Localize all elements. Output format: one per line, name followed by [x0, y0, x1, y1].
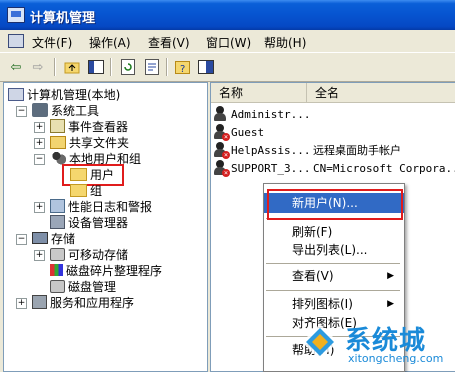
event-viewer-icon [50, 119, 65, 133]
menu-item-label: 排列图标(I) [292, 297, 353, 311]
toolbar-separator [166, 58, 167, 76]
user-row[interactable]: Administr... [213, 105, 310, 123]
storage-icon [32, 232, 48, 244]
column-header-fullname[interactable]: 全名 [307, 83, 455, 103]
tree-label: 服务和应用程序 [50, 295, 135, 310]
column-header-name[interactable]: 名称 [211, 83, 307, 103]
menu-separator [266, 263, 400, 264]
tree-label: 磁盘管理 [68, 279, 117, 294]
collapse-icon[interactable]: − [16, 234, 27, 245]
menu-action[interactable]: 操作(A) [89, 34, 131, 51]
tree-label: 存储 [51, 231, 76, 246]
tree-pane[interactable]: 计算机管理(本地) − 系统工具 + 事件查看器 + 共享文件夹 − 本地用户和… [3, 82, 208, 372]
new-user-highlight-box [267, 189, 403, 220]
tree-label: 磁盘碎片整理程序 [66, 263, 163, 278]
user-fullname: CN=Microsoft Corpora... [313, 161, 455, 175]
user-name: Administr... [231, 107, 311, 121]
menu-separator [266, 290, 400, 291]
window-title: 计算机管理 [30, 11, 96, 26]
tree-label: 组 [90, 183, 103, 198]
tree-label: 性能日志和警报 [68, 199, 153, 214]
expand-icon[interactable]: + [34, 122, 45, 133]
expand-icon[interactable]: + [34, 250, 45, 261]
disabled-user-icon: × [213, 160, 230, 177]
user-row[interactable]: × Guest [213, 123, 264, 141]
menu-file[interactable]: 文件(F) [32, 34, 72, 51]
disk-management-icon [50, 279, 65, 293]
expand-icon[interactable]: + [34, 138, 45, 149]
menu-item-label: 查看(V) [292, 269, 334, 283]
disabled-user-icon: × [213, 124, 230, 141]
menu-bar: 文件(F) 操作(A) 查看(V) 窗口(W) 帮助(H) [0, 30, 455, 52]
removable-storage-icon [50, 247, 65, 261]
collapse-icon[interactable]: − [34, 154, 45, 165]
menu-item-arrange-icons[interactable]: 排列图标(I) ▶ [264, 294, 404, 314]
user-name: SUPPORT_3... [231, 161, 311, 175]
folder-icon [70, 183, 87, 197]
tree-label: 设备管理器 [68, 215, 129, 230]
computer-icon [8, 87, 24, 101]
user-fullname: 远程桌面助手帐户 [313, 144, 401, 157]
user-icon [213, 106, 229, 122]
users-group-icon [50, 151, 66, 165]
watermark-url: xitongcheng.com [348, 352, 444, 365]
computer-management-icon [7, 7, 25, 23]
toolbar-separator [54, 58, 55, 76]
show-hide-tree-icon[interactable] [86, 57, 106, 77]
title-bar[interactable]: 计算机管理 [0, 0, 455, 30]
user-name: Guest [231, 125, 265, 139]
menu-view[interactable]: 查看(V) [148, 34, 190, 51]
submenu-arrow-icon: ▶ [387, 299, 394, 309]
menu-window[interactable]: 窗口(W) [206, 34, 251, 51]
up-folder-icon[interactable] [62, 57, 82, 77]
system-menu-icon[interactable] [8, 34, 24, 48]
tree-label: 计算机管理(本地) [27, 87, 121, 102]
tree-label: 系统工具 [51, 103, 100, 118]
submenu-arrow-icon: ▶ [387, 271, 394, 281]
services-icon [32, 295, 47, 309]
menu-item-refresh[interactable]: 刷新(F) [264, 222, 404, 242]
watermark-logo-icon [302, 324, 338, 360]
expand-icon[interactable]: + [16, 298, 27, 309]
expand-icon[interactable]: + [34, 202, 45, 213]
tree-label: 事件查看器 [68, 119, 129, 134]
defrag-icon [50, 264, 63, 276]
tree-label: 共享文件夹 [69, 135, 130, 150]
svg-text:?: ? [180, 64, 185, 75]
user-row[interactable]: × SUPPORT_3... CN=Microsoft Corpora... [213, 159, 455, 177]
tree-item-services-apps[interactable]: 服务和应用程序 [32, 293, 134, 311]
menu-item-export-list[interactable]: 导出列表(L)... [264, 240, 404, 260]
device-manager-icon [50, 215, 65, 229]
user-row[interactable]: × HelpAssis... 远程桌面助手帐户 [213, 141, 455, 159]
shared-folder-icon [50, 135, 66, 149]
properties-icon[interactable] [196, 57, 216, 77]
toolbar: ⇦ ⇨ ? [0, 52, 455, 82]
export-list-icon[interactable] [142, 57, 162, 77]
disabled-user-icon: × [213, 142, 230, 159]
toolbar-separator [110, 58, 111, 76]
refresh-icon[interactable] [118, 57, 138, 77]
menu-item-view[interactable]: 查看(V) ▶ [264, 266, 404, 286]
forward-icon[interactable]: ⇨ [28, 57, 48, 77]
menu-help[interactable]: 帮助(H) [264, 34, 306, 51]
tree-label: 可移动存储 [68, 247, 129, 262]
help-icon[interactable]: ? [173, 57, 193, 77]
performance-icon [50, 199, 65, 213]
user-name: HelpAssis... [231, 143, 311, 157]
collapse-icon[interactable]: − [16, 106, 27, 117]
tools-icon [32, 103, 48, 117]
back-icon[interactable]: ⇦ [6, 57, 26, 77]
